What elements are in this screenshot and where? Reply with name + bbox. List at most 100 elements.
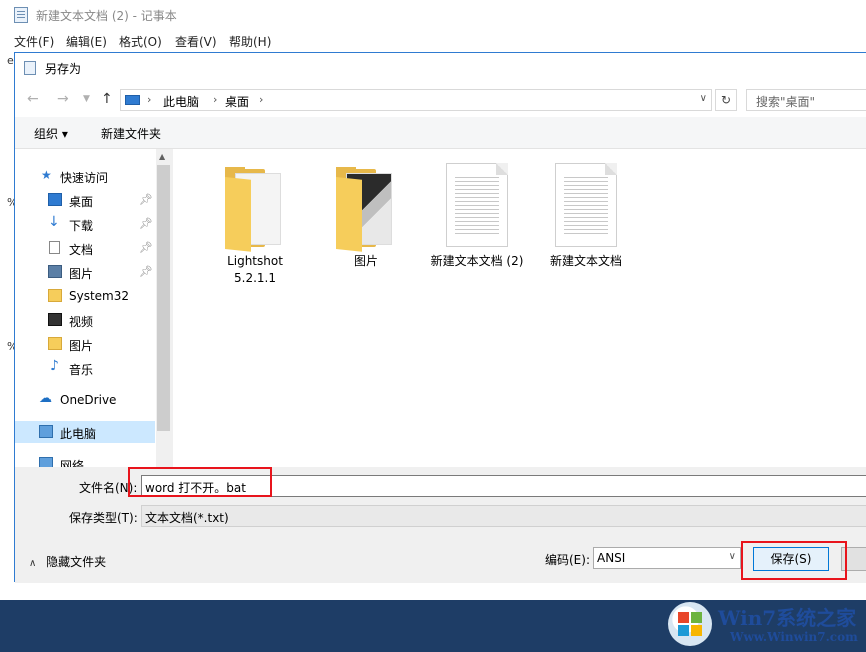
save-highlight-box [741,541,847,580]
organize-button[interactable]: 组织 ▾ [34,125,68,142]
this-pc-icon [125,95,140,105]
address-history-chevron-icon[interactable]: ∨ [700,93,707,104]
pin-icon[interactable]: 📌︎ [139,193,153,206]
menu-help[interactable]: 帮助(H) [229,33,271,50]
nav-label: 网络 [60,459,85,467]
scrollbar-thumb[interactable] [157,165,170,431]
this-pc-icon [39,425,53,438]
text-fragment: e [7,54,14,67]
nav-label: 桌面 [69,195,94,209]
nav-label: 视频 [69,315,94,329]
breadcrumb-desktop[interactable]: 桌面 [225,93,249,110]
breadcrumb-this-pc[interactable]: 此电脑 [163,93,199,110]
forward-arrow-icon[interactable]: → [57,91,69,107]
save-options-panel: 文件名(N): word 打不开。bat 保存类型(T): 文本文档(*.txt… [15,467,866,583]
address-row: ← → ▼ ↑ › 此电脑 › 桌面 › ∨ ↻ 搜索"桌面" [15,83,866,117]
nav-label: 图片 [69,339,94,353]
file-label: Lightshot 5.2.1.1 [205,253,305,287]
new-folder-button[interactable]: 新建文件夹 [101,125,161,142]
folder-icon [336,167,396,252]
encoding-value: ANSI [597,551,626,565]
refresh-icon[interactable]: ↻ [715,89,737,111]
nav-label: 快速访问 [60,171,109,185]
nav-quick-access[interactable]: ★ 快速访问 [15,165,155,187]
file-label: 新建文本文档 [536,253,636,270]
filetype-value: 文本文档(*.txt) [145,511,229,525]
menu-format[interactable]: 格式(O) [119,33,162,50]
encoding-select[interactable]: ANSI ∨ [593,547,741,569]
notepad-title-bar: 新建文本文档 (2) - 记事本 [0,0,866,30]
notepad-app-icon [14,7,28,23]
menu-view[interactable]: 查看(V) [175,33,217,50]
nav-label: 音乐 [69,363,94,377]
breadcrumb-separator-icon[interactable]: › [147,93,151,106]
notepad-title: 新建文本文档 (2) - 记事本 [36,9,177,23]
hide-folders-label: 隐藏文件夹 [46,555,107,569]
nav-label: 下载 [69,219,94,233]
notepad-menu-bar: 文件(F) 编辑(E) 格式(O) 查看(V) 帮助(H) [0,30,866,50]
nav-item-pictures[interactable]: 图片 📌︎ [15,261,155,283]
nav-onedrive[interactable]: ☁ OneDrive [15,389,155,411]
file-item-text-document-2[interactable]: 新建文本文档 (2) [427,149,527,299]
nav-item-desktop[interactable]: 桌面 📌︎ [15,189,155,211]
download-icon: ↓ [48,214,60,230]
network-icon [39,457,53,467]
recent-locations-chevron-icon[interactable]: ▼ [83,94,90,104]
menu-edit[interactable]: 编辑(E) [66,33,107,50]
chevron-up-icon: ∧ [29,558,37,569]
pin-icon[interactable]: 📌︎ [139,265,153,278]
file-name-line: 5.2.1.1 [234,271,276,285]
nav-item-downloads[interactable]: ↓ 下载 📌︎ [15,213,155,235]
pin-icon[interactable]: 📌︎ [139,241,153,254]
folder-icon [48,289,62,302]
file-item-lightshot[interactable]: Lightshot 5.2.1.1 [205,149,305,299]
filename-highlight-box [128,467,272,497]
filetype-select[interactable]: 文本文档(*.txt) [141,505,866,527]
scroll-up-arrow-icon[interactable]: ▲ [159,152,165,161]
back-arrow-icon[interactable]: ← [27,91,39,107]
up-arrow-icon[interactable]: ↑ [101,91,113,107]
nav-item-videos[interactable]: 视频 [15,309,155,331]
notepad-document-icon [24,61,36,75]
nav-item-pictures-folder[interactable]: 图片 [15,333,155,355]
nav-item-music[interactable]: ♪ 音乐 [15,357,155,379]
file-name-line: 新建文本文档 (2) [430,254,524,268]
command-toolbar: 组织 ▾ 新建文件夹 [15,117,866,149]
nav-label: 此电脑 [60,427,97,441]
desktop-icon [48,193,62,206]
breadcrumb-separator-icon[interactable]: › [259,93,263,106]
encoding-label: 编码(E): [545,553,590,567]
address-bar[interactable]: › 此电脑 › 桌面 › ∨ [120,89,712,111]
file-item-text-document[interactable]: 新建文本文档 [536,149,636,299]
nav-network[interactable]: 网络 [15,453,155,467]
file-item-pictures[interactable]: 图片 [316,149,416,299]
document-icon [49,241,60,254]
filetype-label: 保存类型(T): [69,511,138,525]
file-label: 图片 [316,253,416,270]
nav-this-pc[interactable]: 此电脑 [15,421,155,443]
star-icon: ★ [41,168,52,182]
cloud-icon: ☁ [39,391,52,406]
search-input[interactable]: 搜索"桌面" [746,89,866,111]
nav-item-documents[interactable]: 文档 📌︎ [15,237,155,259]
file-name-line: 新建文本文档 [549,254,622,268]
nav-label: OneDrive [60,393,117,407]
text-document-icon [555,163,617,247]
file-name-line: 图片 [353,254,378,268]
music-icon: ♪ [50,358,59,374]
text-document-icon [446,163,508,247]
nav-item-system32[interactable]: System32 [15,285,155,307]
watermark-title: Win7系统之家 [718,606,857,630]
file-label: 新建文本文档 (2) [417,253,537,270]
dialog-title: 另存为 [45,62,82,76]
file-name-line: Lightshot [227,254,283,268]
nav-label: 文档 [69,243,94,257]
hide-folders-toggle[interactable]: ∧ 隐藏文件夹 [29,553,106,570]
pin-icon[interactable]: 📌︎ [139,217,153,230]
save-as-dialog: 另存为 ← → ▼ ↑ › 此电脑 › 桌面 › ∨ ↻ 搜索"桌面" 组织 ▾… [14,52,866,583]
nav-label: 图片 [69,267,94,281]
navigation-pane: ★ 快速访问 桌面 📌︎ ↓ 下载 📌︎ 文档 📌︎ 图片 📌︎ System3… [15,149,173,467]
breadcrumb-separator-icon[interactable]: › [213,93,217,106]
nav-scrollbar[interactable]: ▲ [156,149,173,467]
menu-file[interactable]: 文件(F) [14,33,54,50]
